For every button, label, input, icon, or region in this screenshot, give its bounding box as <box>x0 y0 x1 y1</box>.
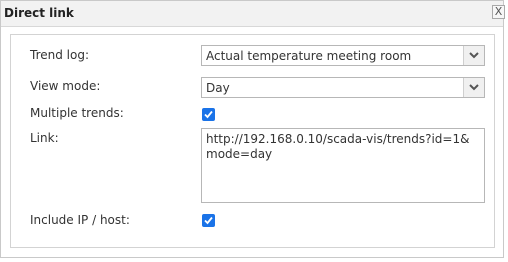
link-textarea[interactable]: http://192.168.0.10/scada-vis/trends?id=… <box>201 128 485 203</box>
trend-log-label: Trend log: <box>30 48 89 62</box>
direct-link-dialog: Direct link X Trend log: Actual temperat… <box>0 0 505 258</box>
chevron-down-icon[interactable] <box>463 78 484 97</box>
close-button[interactable]: X <box>492 5 505 19</box>
dialog-titlebar: Direct link X <box>1 1 505 27</box>
multiple-trends-label: Multiple trends: <box>30 106 124 120</box>
link-label: Link: <box>30 131 59 145</box>
view-mode-value: Day <box>206 81 230 95</box>
view-mode-label: View mode: <box>30 79 101 93</box>
multiple-trends-checkbox[interactable] <box>202 108 215 121</box>
dialog-title: Direct link <box>4 6 74 20</box>
checkmark-icon <box>204 110 213 119</box>
checkmark-icon <box>204 216 213 225</box>
close-icon: X <box>494 5 503 18</box>
include-ip-checkbox[interactable] <box>202 214 215 227</box>
chevron-down-icon[interactable] <box>463 46 484 65</box>
trend-log-value: Actual temperature meeting room <box>206 49 412 63</box>
view-mode-select[interactable]: Day <box>201 77 485 98</box>
include-ip-label: Include IP / host: <box>30 213 130 227</box>
trend-log-select[interactable]: Actual temperature meeting room <box>201 45 485 66</box>
